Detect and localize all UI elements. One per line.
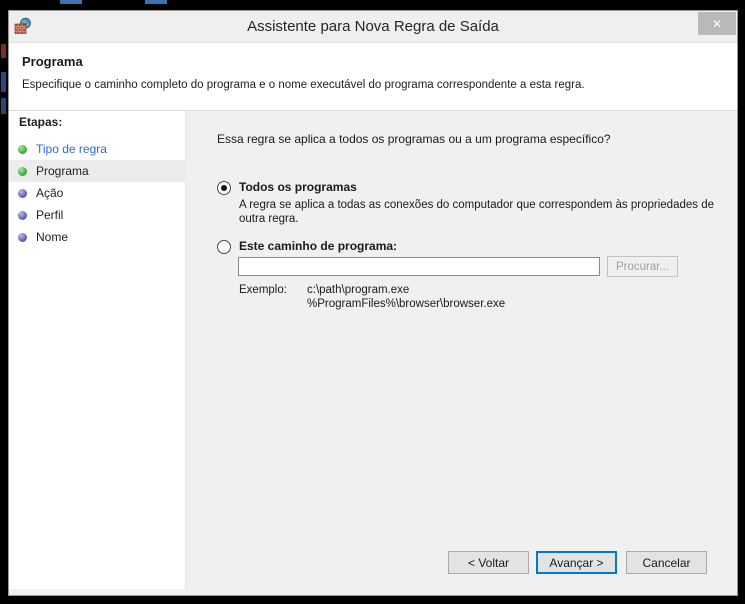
- wizard-page-header: Programa Especifique o caminho completo …: [9, 43, 737, 110]
- window-title: Assistente para Nova Regra de Saída: [9, 11, 737, 42]
- radio-este-caminho-de-programa[interactable]: [217, 240, 231, 254]
- titlebar: Assistente para Nova Regra de Saída ✕: [9, 11, 737, 43]
- step-pending-icon: [18, 211, 27, 220]
- question-text: Essa regra se aplica a todos os programa…: [217, 132, 611, 146]
- sidebar-item-tipo-de-regra[interactable]: Tipo de regra: [9, 138, 185, 160]
- steps-sidebar: Etapas: Tipo de regra Programa Ação Perf…: [9, 111, 186, 589]
- radio-todos-os-programas[interactable]: [217, 181, 231, 195]
- step-done-icon: [18, 145, 27, 154]
- cancel-button[interactable]: Cancelar: [626, 551, 707, 574]
- next-button[interactable]: Avançar >: [536, 551, 617, 574]
- program-path-input[interactable]: [238, 257, 600, 276]
- path-example: Exemplo: c:\path\program.exe %ProgramFil…: [239, 283, 505, 311]
- steps-title: Etapas:: [9, 111, 185, 129]
- page-title: Programa: [22, 43, 737, 69]
- close-icon: ✕: [712, 17, 722, 31]
- background-artifact: [1, 98, 6, 114]
- example-label: Exemplo:: [239, 283, 307, 311]
- new-outbound-rule-wizard-window: Assistente para Nova Regra de Saída ✕ Pr…: [8, 10, 738, 596]
- background-accent-segment: [145, 0, 167, 4]
- background-artifact: [1, 72, 6, 92]
- close-button[interactable]: ✕: [698, 12, 736, 35]
- sidebar-item-nome: Nome: [9, 226, 185, 248]
- step-label: Programa: [36, 164, 89, 178]
- example-line: %ProgramFiles%\browser\browser.exe: [307, 297, 505, 311]
- back-button[interactable]: < Voltar: [448, 551, 529, 574]
- step-pending-icon: [18, 189, 27, 198]
- browse-button[interactable]: Procurar...: [607, 256, 678, 277]
- radio-label-todos-os-programas[interactable]: Todos os programas: [239, 180, 357, 194]
- option-description: A regra se aplica a todas as conexões do…: [239, 198, 731, 226]
- background-accent-segment: [60, 0, 82, 4]
- page-description: Especifique o caminho completo do progra…: [22, 79, 737, 91]
- step-label: Nome: [36, 230, 68, 244]
- sidebar-item-programa[interactable]: Programa: [9, 160, 185, 182]
- firewall-icon: [14, 17, 32, 35]
- step-label: Ação: [36, 186, 63, 200]
- sidebar-item-perfil: Perfil: [9, 204, 185, 226]
- example-line: c:\path\program.exe: [307, 283, 505, 297]
- step-label: Perfil: [36, 208, 63, 222]
- step-done-icon: [18, 167, 27, 176]
- radio-label-este-caminho[interactable]: Este caminho de programa:: [239, 239, 397, 253]
- step-label[interactable]: Tipo de regra: [36, 142, 107, 156]
- wizard-main-panel: Essa regra se aplica a todos os programa…: [186, 111, 737, 589]
- background-artifact: [1, 44, 6, 58]
- sidebar-item-acao: Ação: [9, 182, 185, 204]
- step-pending-icon: [18, 233, 27, 242]
